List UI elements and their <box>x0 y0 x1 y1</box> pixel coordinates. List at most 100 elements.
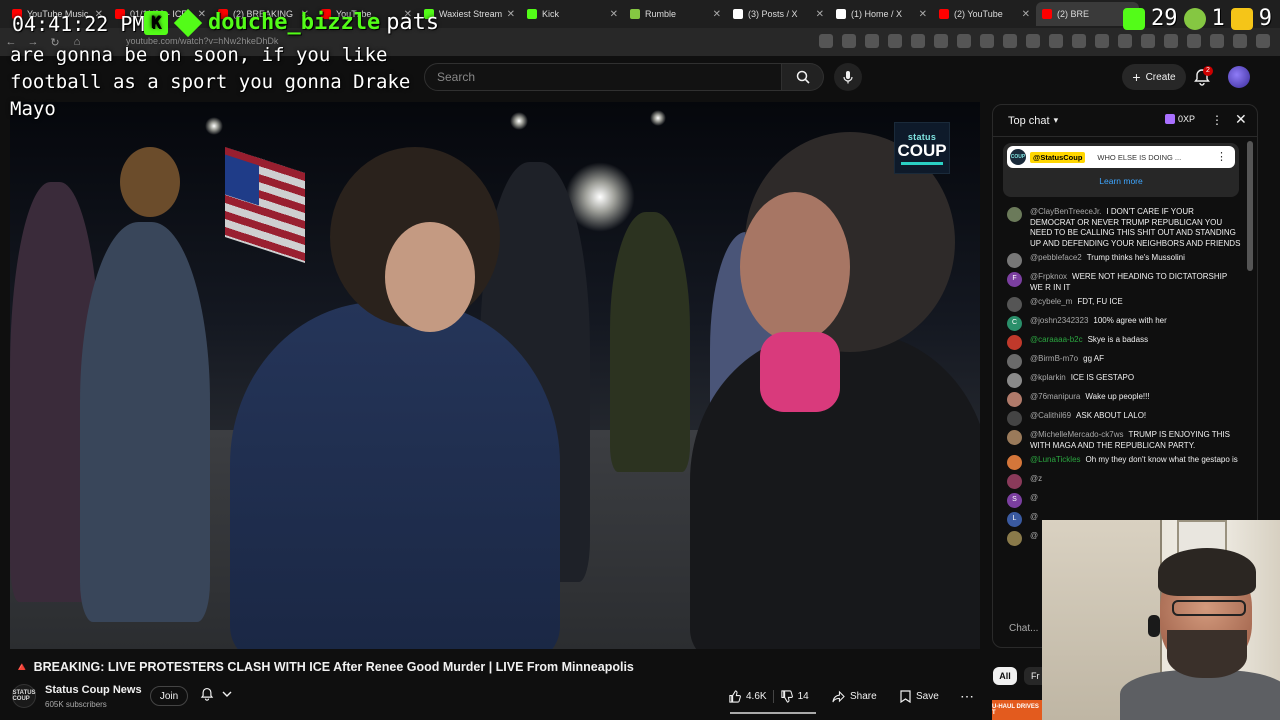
like-button[interactable]: 4.6K <box>722 689 773 703</box>
browser-tab[interactable]: (1) Home / X ✕ <box>830 2 933 26</box>
search-placeholder: Search <box>437 70 476 84</box>
dislike-button[interactable]: 14 <box>772 689 815 703</box>
chat-author[interactable]: @caraaaa-b2c <box>1030 335 1083 344</box>
chip-all[interactable]: All <box>993 667 1017 685</box>
voice-search-button[interactable] <box>834 63 862 91</box>
chat-author[interactable]: @MichelleMercado-ck7ws <box>1030 430 1123 439</box>
chat-author[interactable]: @Calithil69 <box>1030 411 1071 420</box>
channel-avatar[interactable]: STATUS COUP <box>12 684 36 708</box>
extension-icon[interactable] <box>911 34 925 48</box>
close-icon[interactable]: ✕ <box>919 9 927 20</box>
extension-icon[interactable] <box>1049 34 1063 48</box>
pinned-menu-icon[interactable]: ⋮ <box>1216 150 1227 163</box>
browser-tab[interactable]: (3) Posts / X ✕ <box>727 2 830 26</box>
browser-tab[interactable]: Rumble ✕ <box>624 2 727 26</box>
save-button[interactable]: Save <box>900 686 939 706</box>
x-icon <box>733 9 743 19</box>
close-icon[interactable]: ✕ <box>713 9 721 20</box>
video-title: 🔺 BREAKING: LIVE PROTESTERS CLASH WITH IC… <box>14 660 714 675</box>
search-input[interactable]: Search <box>424 63 782 91</box>
extension-icon[interactable] <box>1210 34 1224 48</box>
webcam-earphone <box>1148 615 1160 637</box>
webcam-person-hair <box>1158 548 1256 596</box>
search-button[interactable] <box>782 63 824 91</box>
chat-message: @LunaTickles Oh my they don't know what t… <box>993 453 1249 472</box>
extension-icon[interactable] <box>980 34 994 48</box>
subscriber-count: 605K subscribers <box>45 700 107 709</box>
overlay-chat-username: douche_bizzle <box>208 10 381 35</box>
chat-author[interactable]: @BirmB-m7o <box>1030 354 1078 363</box>
status-coup-watermark: status COUP <box>894 122 950 174</box>
chat-author[interactable]: @ <box>1030 531 1038 540</box>
xp-icon <box>1165 114 1175 124</box>
video-light <box>510 112 528 130</box>
extension-icon[interactable] <box>865 34 879 48</box>
browser-tab[interactable]: (2) YouTube ✕ <box>933 2 1036 26</box>
chat-avatar <box>1007 455 1022 470</box>
share-button[interactable]: Share <box>832 686 877 706</box>
close-icon[interactable]: ✕ <box>1235 111 1247 128</box>
chat-message: C @joshn2342323 100% agree with her <box>993 314 1249 333</box>
ad-thumbnail[interactable]: U-HAUL DRIVES T <box>992 700 1044 720</box>
chat-avatar <box>1007 335 1022 350</box>
extension-bar <box>819 34 1270 48</box>
close-icon[interactable]: ✕ <box>816 9 824 20</box>
watermark-bottom-text: COUP <box>897 140 947 160</box>
chat-author[interactable]: @kplarkin <box>1030 373 1066 382</box>
channel-name[interactable]: Status Coup News <box>45 684 142 696</box>
chat-avatar <box>1007 354 1022 369</box>
extension-icon[interactable] <box>934 34 948 48</box>
xp-badge[interactable]: 0XP <box>1165 114 1195 124</box>
tab-label: (2) BRE <box>1057 9 1090 19</box>
extension-icon[interactable] <box>957 34 971 48</box>
video-light <box>650 110 666 126</box>
background-person <box>80 222 210 622</box>
more-actions-icon[interactable]: ⋯ <box>960 688 974 705</box>
streamer-webcam <box>1042 520 1280 720</box>
close-icon[interactable]: ✕ <box>1022 9 1030 20</box>
chat-author[interactable]: @LunaTickles <box>1030 455 1081 464</box>
extension-icon[interactable] <box>1233 34 1247 48</box>
extension-icon[interactable] <box>1003 34 1017 48</box>
extension-icon[interactable] <box>1187 34 1201 48</box>
extension-icon[interactable] <box>1141 34 1155 48</box>
chat-author[interactable]: @cybele_m <box>1030 297 1072 306</box>
chat-author[interactable]: @ <box>1030 512 1038 521</box>
extension-icon[interactable] <box>1164 34 1178 48</box>
pinned-message-row[interactable]: COUP @StatusCoup WHO ELSE IS DOING ... ⋮ <box>1007 146 1235 168</box>
close-icon[interactable]: ✕ <box>610 9 618 20</box>
webcam-person-beard <box>1167 630 1247 678</box>
browser-tab[interactable]: Kick ✕ <box>521 2 624 26</box>
tab-label: Kick <box>542 9 560 19</box>
kick-icon: K <box>144 10 168 35</box>
subscription-bell-button[interactable] <box>200 687 232 701</box>
chat-author[interactable]: @ <box>1030 493 1038 502</box>
chat-author[interactable]: @z <box>1030 474 1042 483</box>
chat-input[interactable]: Chat... <box>1009 623 1038 634</box>
chat-author[interactable]: @Frpknox <box>1030 272 1067 281</box>
chat-message: @ClayBenTreeceJr. I DON'T CARE IF YOUR DE… <box>993 205 1249 251</box>
extension-icon[interactable] <box>1072 34 1086 48</box>
webcam-person-glasses <box>1172 600 1246 616</box>
chat-author[interactable]: @joshn2342323 <box>1030 316 1088 325</box>
chat-text: Trump thinks he's Mussolini <box>1086 253 1185 262</box>
rumble-viewer-count: 1 <box>1211 6 1225 31</box>
chat-menu-icon[interactable]: ⋮ <box>1211 113 1223 127</box>
join-button[interactable]: Join <box>150 686 188 706</box>
pinned-text: WHO ELSE IS DOING ... <box>1097 152 1182 162</box>
chat-author[interactable]: @pebbleface2 <box>1030 253 1082 262</box>
learn-more-link[interactable]: Learn more <box>1003 176 1239 186</box>
extension-icon[interactable] <box>1118 34 1132 48</box>
extension-icon[interactable] <box>1095 34 1109 48</box>
video-player[interactable]: status COUP <box>10 102 980 649</box>
close-icon[interactable]: ✕ <box>507 9 515 20</box>
account-avatar[interactable] <box>1228 66 1250 88</box>
chat-author[interactable]: @ClayBenTreeceJr. <box>1030 207 1101 216</box>
extension-icon[interactable] <box>1256 34 1270 48</box>
extension-icon[interactable] <box>888 34 902 48</box>
extension-icon[interactable] <box>819 34 833 48</box>
chat-author[interactable]: @76manipura <box>1030 392 1080 401</box>
create-button[interactable]: + Create <box>1122 64 1186 90</box>
extension-icon[interactable] <box>1026 34 1040 48</box>
extension-icon[interactable] <box>842 34 856 48</box>
